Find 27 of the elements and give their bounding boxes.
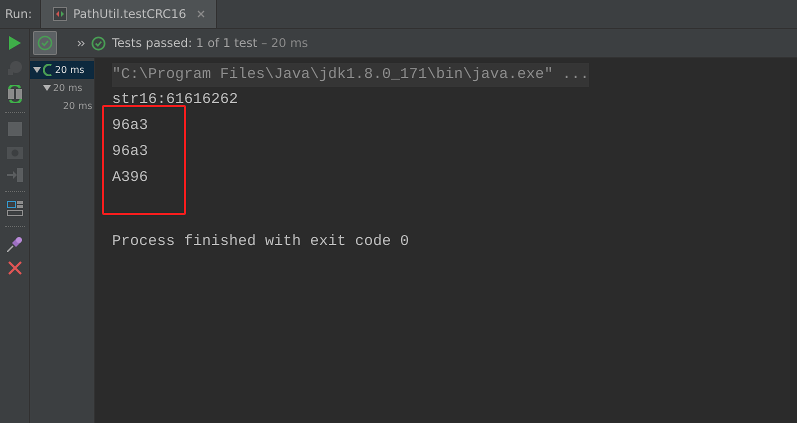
run-icon[interactable] xyxy=(8,35,22,51)
show-passed-button[interactable] xyxy=(33,31,57,55)
expand-icon[interactable] xyxy=(77,40,85,46)
check-icon xyxy=(91,36,106,50)
console-line: Process finished with exit code 0 xyxy=(112,232,410,252)
console-line: A396 xyxy=(112,168,150,188)
expand-arrow-icon[interactable] xyxy=(43,84,51,92)
run-label: Run: xyxy=(4,7,34,21)
exit-icon[interactable] xyxy=(6,168,22,182)
test-tree-item[interactable]: 20 ms xyxy=(30,61,94,79)
layout-icon[interactable] xyxy=(6,201,22,217)
console-line: 96a3 xyxy=(112,142,150,162)
run-tab[interactable]: PathUtil.testCRC16 xyxy=(40,0,218,28)
expand-arrow-icon[interactable] xyxy=(33,66,41,74)
close-icon[interactable] xyxy=(8,261,22,275)
test-tree-item[interactable]: 20 ms xyxy=(30,79,94,97)
close-icon[interactable] xyxy=(196,9,206,19)
rerun-icon[interactable] xyxy=(6,85,24,103)
console-command: "C:\Program Files\Java\jdk1.8.0_171\bin\java.exe" ... xyxy=(112,63,589,87)
pin-icon[interactable] xyxy=(6,236,22,252)
console-line: str16:61616262 xyxy=(112,90,240,110)
console-line: 96a3 xyxy=(112,116,150,136)
progress-ring-icon xyxy=(43,64,53,76)
test-tree-item[interactable]: 20 ms xyxy=(30,97,94,115)
test-status: Tests passed: 1 of 1 test – 20 ms xyxy=(112,36,308,50)
run-config-icon xyxy=(53,7,68,21)
stop-icon[interactable] xyxy=(8,122,22,136)
